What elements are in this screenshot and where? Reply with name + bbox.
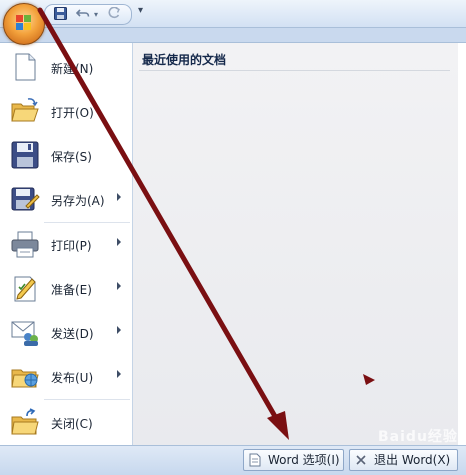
close-folder-icon [10, 407, 40, 437]
customize-toolbar-icon[interactable]: ▾ [138, 5, 143, 16]
exit-word-button[interactable]: 退出 Word(X) [349, 449, 458, 471]
menu-item-send[interactable]: 发送(D) [0, 311, 132, 353]
close-x-icon [354, 453, 368, 467]
menu-item-save-as[interactable]: 另存为(A) [0, 178, 132, 220]
menu-item-new[interactable]: 新建(N) [0, 46, 132, 88]
menu-item-label: 打印(P) [51, 239, 92, 253]
undo-icon[interactable] [75, 7, 90, 21]
recent-documents-panel: 最近使用的文档 [133, 43, 458, 446]
submenu-arrow-icon [117, 238, 121, 246]
printer-icon [10, 229, 40, 259]
menu-item-label: 打开(O) [51, 106, 94, 120]
submenu-arrow-icon [117, 193, 121, 201]
publish-icon [10, 361, 40, 391]
send-icon [10, 317, 40, 347]
open-folder-icon [10, 96, 40, 126]
prepare-icon [10, 273, 40, 303]
save-as-icon [10, 184, 40, 214]
exit-word-label: 退出 Word(X) [374, 453, 451, 467]
menu-item-save[interactable]: 保存(S) [0, 134, 132, 176]
menu-item-open[interactable]: 打开(O) [0, 90, 132, 132]
menu-item-label: 发布(U) [51, 371, 94, 385]
menu-item-label: 另存为(A) [51, 194, 105, 208]
menu-item-label: 发送(D) [51, 327, 94, 341]
submenu-arrow-icon [117, 370, 121, 378]
menu-item-prepare[interactable]: 准备(E) [0, 267, 132, 309]
menu-item-print[interactable]: 打印(P) [0, 223, 132, 265]
menu-item-label: 准备(E) [51, 283, 92, 297]
menu-item-label: 保存(S) [51, 150, 92, 164]
options-document-icon [248, 453, 262, 467]
menu-separator [44, 399, 130, 400]
watermark: Baidu经验 [378, 429, 458, 445]
save-icon [10, 140, 40, 170]
menu-item-close[interactable]: 关闭(C) [0, 401, 132, 443]
menu-command-list: 新建(N) 打开(O) 保存(S) 另存为(A) 打印(P) 准备(E) 发送(… [0, 43, 133, 446]
quick-access-toolbar: ▾ [44, 4, 132, 25]
recent-documents-title: 最近使用的文档 [142, 53, 227, 67]
redo-icon[interactable] [107, 6, 121, 21]
office-button[interactable] [3, 3, 45, 45]
recent-documents-divider [139, 70, 450, 71]
menu-item-label: 关闭(C) [51, 417, 93, 431]
word-options-label: Word 选项(I) [268, 453, 340, 467]
office-menu: 新建(N) 打开(O) 保存(S) 另存为(A) 打印(P) 准备(E) 发送(… [0, 42, 466, 446]
new-document-icon [10, 52, 40, 82]
floppy-disk-icon[interactable] [54, 7, 67, 21]
office-logo-icon [16, 15, 32, 31]
menu-item-label: 新建(N) [51, 62, 94, 76]
submenu-arrow-icon [117, 282, 121, 290]
submenu-arrow-icon [117, 326, 121, 334]
menu-footer: Word 选项(I) 退出 Word(X) [0, 445, 466, 475]
menu-item-publish[interactable]: 发布(U) [0, 355, 132, 397]
undo-dropdown-icon[interactable]: ▾ [94, 8, 98, 22]
word-options-button[interactable]: Word 选项(I) [243, 449, 344, 471]
title-bar: ▾ ▾ [0, 0, 466, 45]
